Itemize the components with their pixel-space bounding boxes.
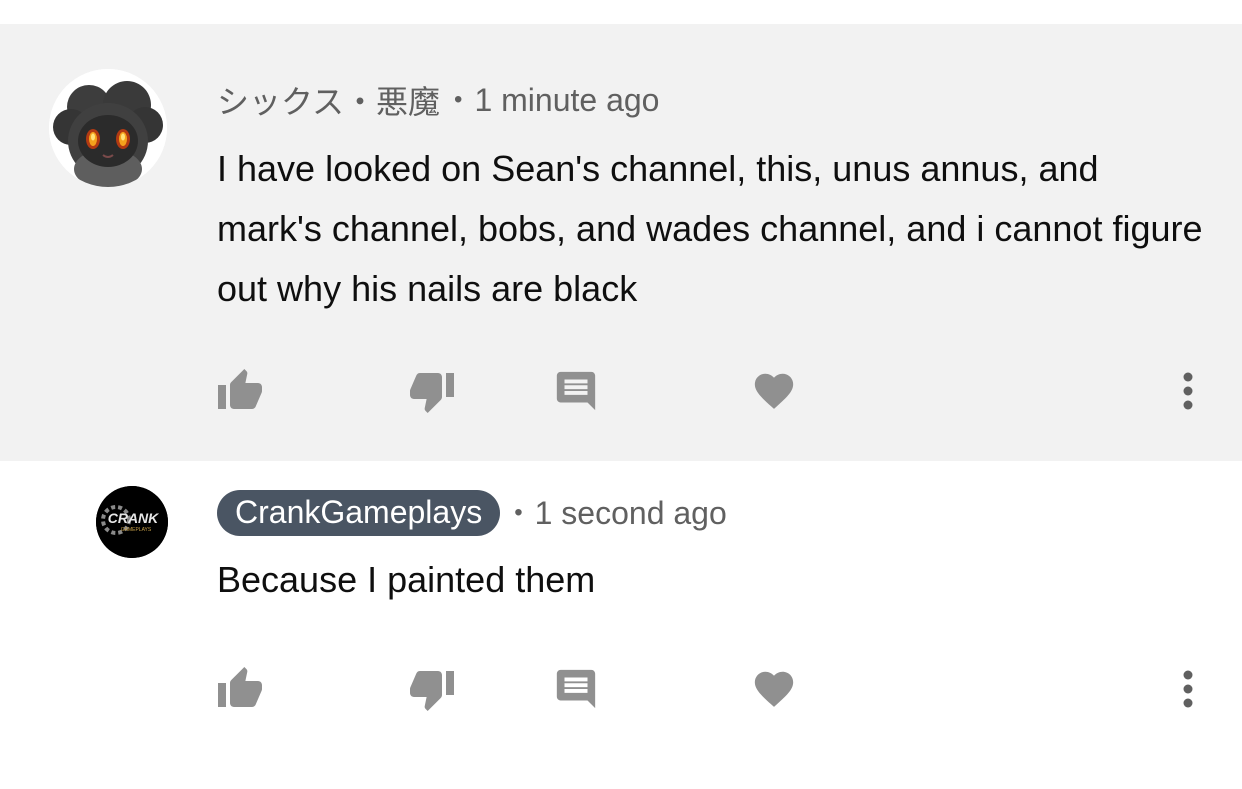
heart-icon bbox=[754, 671, 794, 707]
comment-action-bar bbox=[0, 361, 1242, 421]
like-button[interactable] bbox=[212, 361, 268, 421]
top-strip bbox=[0, 0, 1242, 24]
reply-icon bbox=[556, 669, 596, 709]
reply-meta: CrankGameplays • 1 second ago bbox=[217, 489, 727, 537]
replier-avatar[interactable]: CRANK GAMEPLAYS bbox=[96, 486, 168, 558]
reply-button[interactable] bbox=[548, 361, 604, 421]
dislike-button[interactable] bbox=[404, 659, 460, 719]
heart-button[interactable] bbox=[746, 361, 802, 421]
meta-separator: • bbox=[454, 86, 463, 113]
reply-icon bbox=[556, 371, 596, 411]
comment-meta: シックス・悪魔 • 1 minute ago bbox=[217, 76, 659, 124]
more-vert-icon bbox=[1183, 670, 1193, 708]
commenter-avatar[interactable] bbox=[49, 69, 167, 187]
more-vert-icon bbox=[1183, 372, 1193, 410]
heart-button[interactable] bbox=[746, 659, 802, 719]
comment-text: I have looked on Sean's channel, this, u… bbox=[217, 148, 1203, 309]
creator-author-badge[interactable]: CrankGameplays bbox=[217, 490, 501, 536]
thumbs-down-icon bbox=[410, 373, 454, 413]
reply-timestamp[interactable]: 1 second ago bbox=[535, 495, 727, 532]
comment-timestamp[interactable]: 1 minute ago bbox=[474, 82, 659, 119]
crank-logo-text: CRANK bbox=[108, 510, 159, 526]
reply-comment: CRANK GAMEPLAYS CrankGameplays • 1 secon… bbox=[0, 461, 1242, 789]
reply-text: Because I painted them bbox=[217, 559, 596, 600]
heart-icon bbox=[754, 373, 794, 409]
crank-logo-avatar-icon: CRANK GAMEPLAYS bbox=[96, 486, 168, 558]
meta-separator: • bbox=[514, 499, 523, 526]
dark-creature-avatar-icon bbox=[49, 69, 167, 187]
comment-author[interactable]: シックス・悪魔 bbox=[217, 77, 440, 123]
thumbs-up-icon bbox=[218, 369, 262, 409]
reply-action-bar bbox=[0, 659, 1242, 719]
more-options-button[interactable] bbox=[1168, 659, 1208, 719]
thumbs-down-icon bbox=[410, 671, 454, 711]
highlighted-comment: シックス・悪魔 • 1 minute ago I have looked on … bbox=[0, 24, 1242, 461]
reply-button[interactable] bbox=[548, 659, 604, 719]
dislike-button[interactable] bbox=[404, 361, 460, 421]
like-button[interactable] bbox=[212, 659, 268, 719]
crank-logo-subtext: GAMEPLAYS bbox=[121, 527, 152, 533]
more-options-button[interactable] bbox=[1168, 361, 1208, 421]
thumbs-up-icon bbox=[218, 667, 262, 707]
